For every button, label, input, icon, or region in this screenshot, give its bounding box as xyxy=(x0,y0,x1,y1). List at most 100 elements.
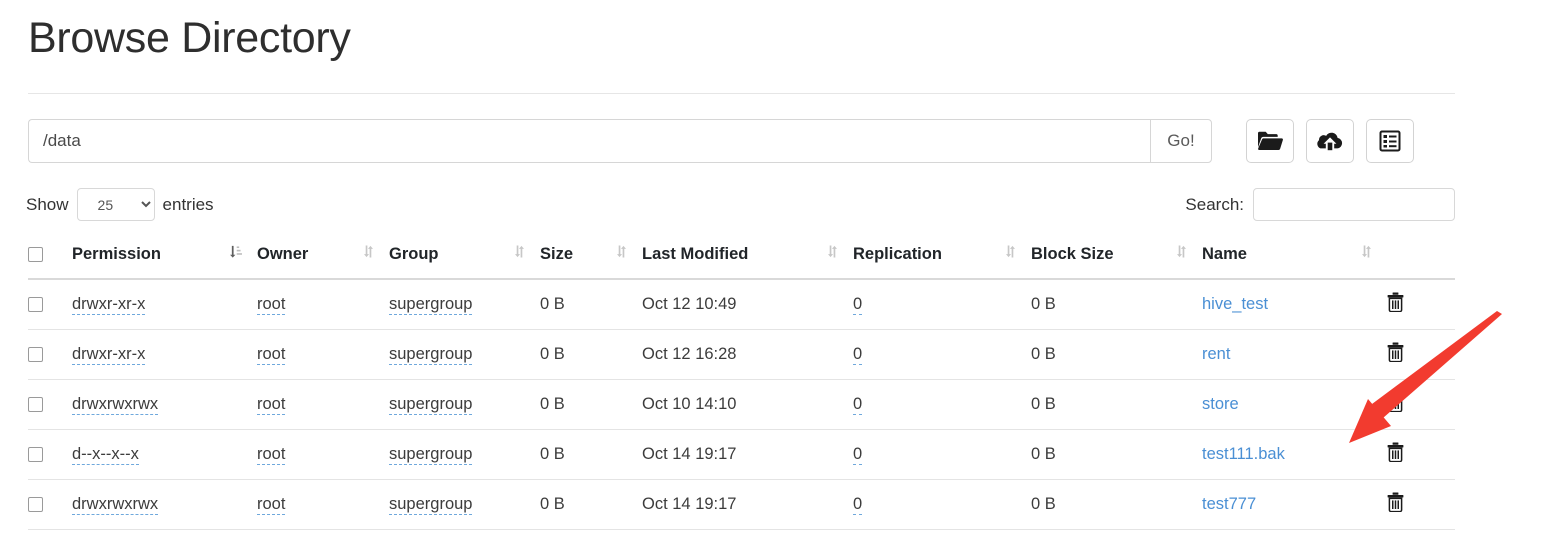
cell-group[interactable]: supergroup xyxy=(389,479,540,530)
row-select-cell[interactable] xyxy=(28,329,72,380)
replication-value[interactable]: 0 xyxy=(853,395,863,415)
directory-action-buttons xyxy=(1246,119,1414,163)
cell-delete[interactable] xyxy=(1387,479,1455,530)
permission-value[interactable]: d--x--x--x xyxy=(72,445,139,465)
permission-value[interactable]: drwxr-xr-x xyxy=(72,345,146,365)
show-label: Show xyxy=(26,194,69,214)
row-checkbox[interactable] xyxy=(28,297,43,313)
column-header-size[interactable]: Size xyxy=(540,238,642,280)
trash-icon xyxy=(1387,492,1404,515)
delete-row-button[interactable] xyxy=(1387,392,1404,415)
cell-permission[interactable]: drwxrwxrwx xyxy=(72,479,257,530)
cell-replication[interactable]: 0 xyxy=(853,479,1031,530)
permission-value[interactable]: drwxr-xr-x xyxy=(72,295,146,315)
search-input[interactable] xyxy=(1253,188,1455,221)
sort-updown-icon xyxy=(362,244,375,264)
cell-name[interactable]: hive_test xyxy=(1202,279,1387,330)
permission-value[interactable]: drwxrwxrwx xyxy=(72,495,159,515)
cell-owner[interactable]: root xyxy=(257,479,389,530)
go-button[interactable]: Go! xyxy=(1150,119,1212,163)
last-modified-value: Oct 10 14:10 xyxy=(642,395,737,413)
cell-group[interactable]: supergroup xyxy=(389,279,540,330)
owner-value[interactable]: root xyxy=(257,345,286,365)
file-name-link[interactable]: test111.bak xyxy=(1202,445,1285,463)
delete-row-button[interactable] xyxy=(1387,342,1404,365)
owner-value[interactable]: root xyxy=(257,495,286,515)
file-name-link[interactable]: hive_test xyxy=(1202,295,1268,313)
cell-owner[interactable]: root xyxy=(257,379,389,430)
column-header-select-all[interactable] xyxy=(28,238,72,280)
column-header-group[interactable]: Group xyxy=(389,238,540,280)
last-modified-value: Oct 14 19:17 xyxy=(642,495,737,513)
row-checkbox[interactable] xyxy=(28,347,43,363)
permission-value[interactable]: drwxrwxrwx xyxy=(72,395,159,415)
column-header-owner[interactable]: Owner xyxy=(257,238,389,280)
group-value[interactable]: supergroup xyxy=(389,345,473,365)
create-directory-button[interactable] xyxy=(1246,119,1294,163)
owner-value[interactable]: root xyxy=(257,395,286,415)
cell-permission[interactable]: drwxr-xr-x xyxy=(72,279,257,330)
column-header-name[interactable]: Name xyxy=(1202,238,1387,280)
row-select-cell[interactable] xyxy=(28,379,72,430)
cell-permission[interactable]: d--x--x--x xyxy=(72,429,257,480)
page-length-select[interactable]: 25 xyxy=(76,188,155,221)
cell-replication[interactable]: 0 xyxy=(853,329,1031,380)
upload-files-button[interactable] xyxy=(1306,119,1354,163)
column-header-replication[interactable]: Replication xyxy=(853,238,1031,280)
group-value[interactable]: supergroup xyxy=(389,445,473,465)
group-value[interactable]: supergroup xyxy=(389,395,473,415)
cell-owner[interactable]: root xyxy=(257,429,389,480)
cell-replication[interactable]: 0 xyxy=(853,429,1031,480)
select-all-checkbox[interactable] xyxy=(28,246,43,262)
replication-value[interactable]: 0 xyxy=(853,495,863,515)
owner-value[interactable]: root xyxy=(257,445,286,465)
size-value: 0 B xyxy=(540,345,565,363)
cell-permission[interactable]: drwxrwxrwx xyxy=(72,379,257,430)
group-value[interactable]: supergroup xyxy=(389,295,473,315)
cell-name[interactable]: test111.bak xyxy=(1202,429,1387,480)
cell-delete[interactable] xyxy=(1387,429,1455,480)
replication-value[interactable]: 0 xyxy=(853,445,863,465)
cell-owner[interactable]: root xyxy=(257,329,389,380)
cell-permission[interactable]: drwxr-xr-x xyxy=(72,329,257,380)
row-select-cell[interactable] xyxy=(28,479,72,530)
search-control: Search: xyxy=(1185,188,1455,221)
delete-row-button[interactable] xyxy=(1387,292,1404,315)
cell-owner[interactable]: root xyxy=(257,279,389,330)
directory-path-input[interactable] xyxy=(28,119,1150,163)
cell-replication[interactable]: 0 xyxy=(853,279,1031,330)
cell-delete[interactable] xyxy=(1387,279,1455,330)
row-select-cell[interactable] xyxy=(28,429,72,480)
column-header-block-size[interactable]: Block Size xyxy=(1031,238,1202,280)
cell-group[interactable]: supergroup xyxy=(389,329,540,380)
cell-delete[interactable] xyxy=(1387,329,1455,380)
cell-block-size: 0 B xyxy=(1031,279,1202,330)
file-name-link[interactable]: test777 xyxy=(1202,495,1256,513)
cell-replication[interactable]: 0 xyxy=(853,379,1031,430)
cut-paste-button[interactable] xyxy=(1366,119,1414,163)
row-checkbox[interactable] xyxy=(28,497,43,513)
file-name-link[interactable]: rent xyxy=(1202,345,1230,363)
cell-size: 0 B xyxy=(540,429,642,480)
row-checkbox[interactable] xyxy=(28,447,43,463)
delete-row-button[interactable] xyxy=(1387,492,1404,515)
replication-value[interactable]: 0 xyxy=(853,295,863,315)
cell-name[interactable]: store xyxy=(1202,379,1387,430)
cell-name[interactable]: test777 xyxy=(1202,479,1387,530)
replication-value[interactable]: 0 xyxy=(853,345,863,365)
cell-delete[interactable] xyxy=(1387,379,1455,430)
group-value[interactable]: supergroup xyxy=(389,495,473,515)
cell-name[interactable]: rent xyxy=(1202,329,1387,380)
column-header-last-modified[interactable]: Last Modified xyxy=(642,238,853,280)
column-header-permission[interactable]: Permission xyxy=(72,238,257,280)
row-checkbox[interactable] xyxy=(28,397,43,413)
delete-row-button[interactable] xyxy=(1387,442,1404,465)
table-row: drwxrwxrwx root supergroup 0 B Oct 10 14… xyxy=(28,379,1455,430)
owner-value[interactable]: root xyxy=(257,295,286,315)
cell-last-modified: Oct 14 19:17 xyxy=(642,429,853,480)
cell-group[interactable]: supergroup xyxy=(389,379,540,430)
file-name-link[interactable]: store xyxy=(1202,395,1239,413)
row-select-cell[interactable] xyxy=(28,279,72,330)
cell-group[interactable]: supergroup xyxy=(389,429,540,480)
last-modified-value: Oct 12 10:49 xyxy=(642,295,737,313)
